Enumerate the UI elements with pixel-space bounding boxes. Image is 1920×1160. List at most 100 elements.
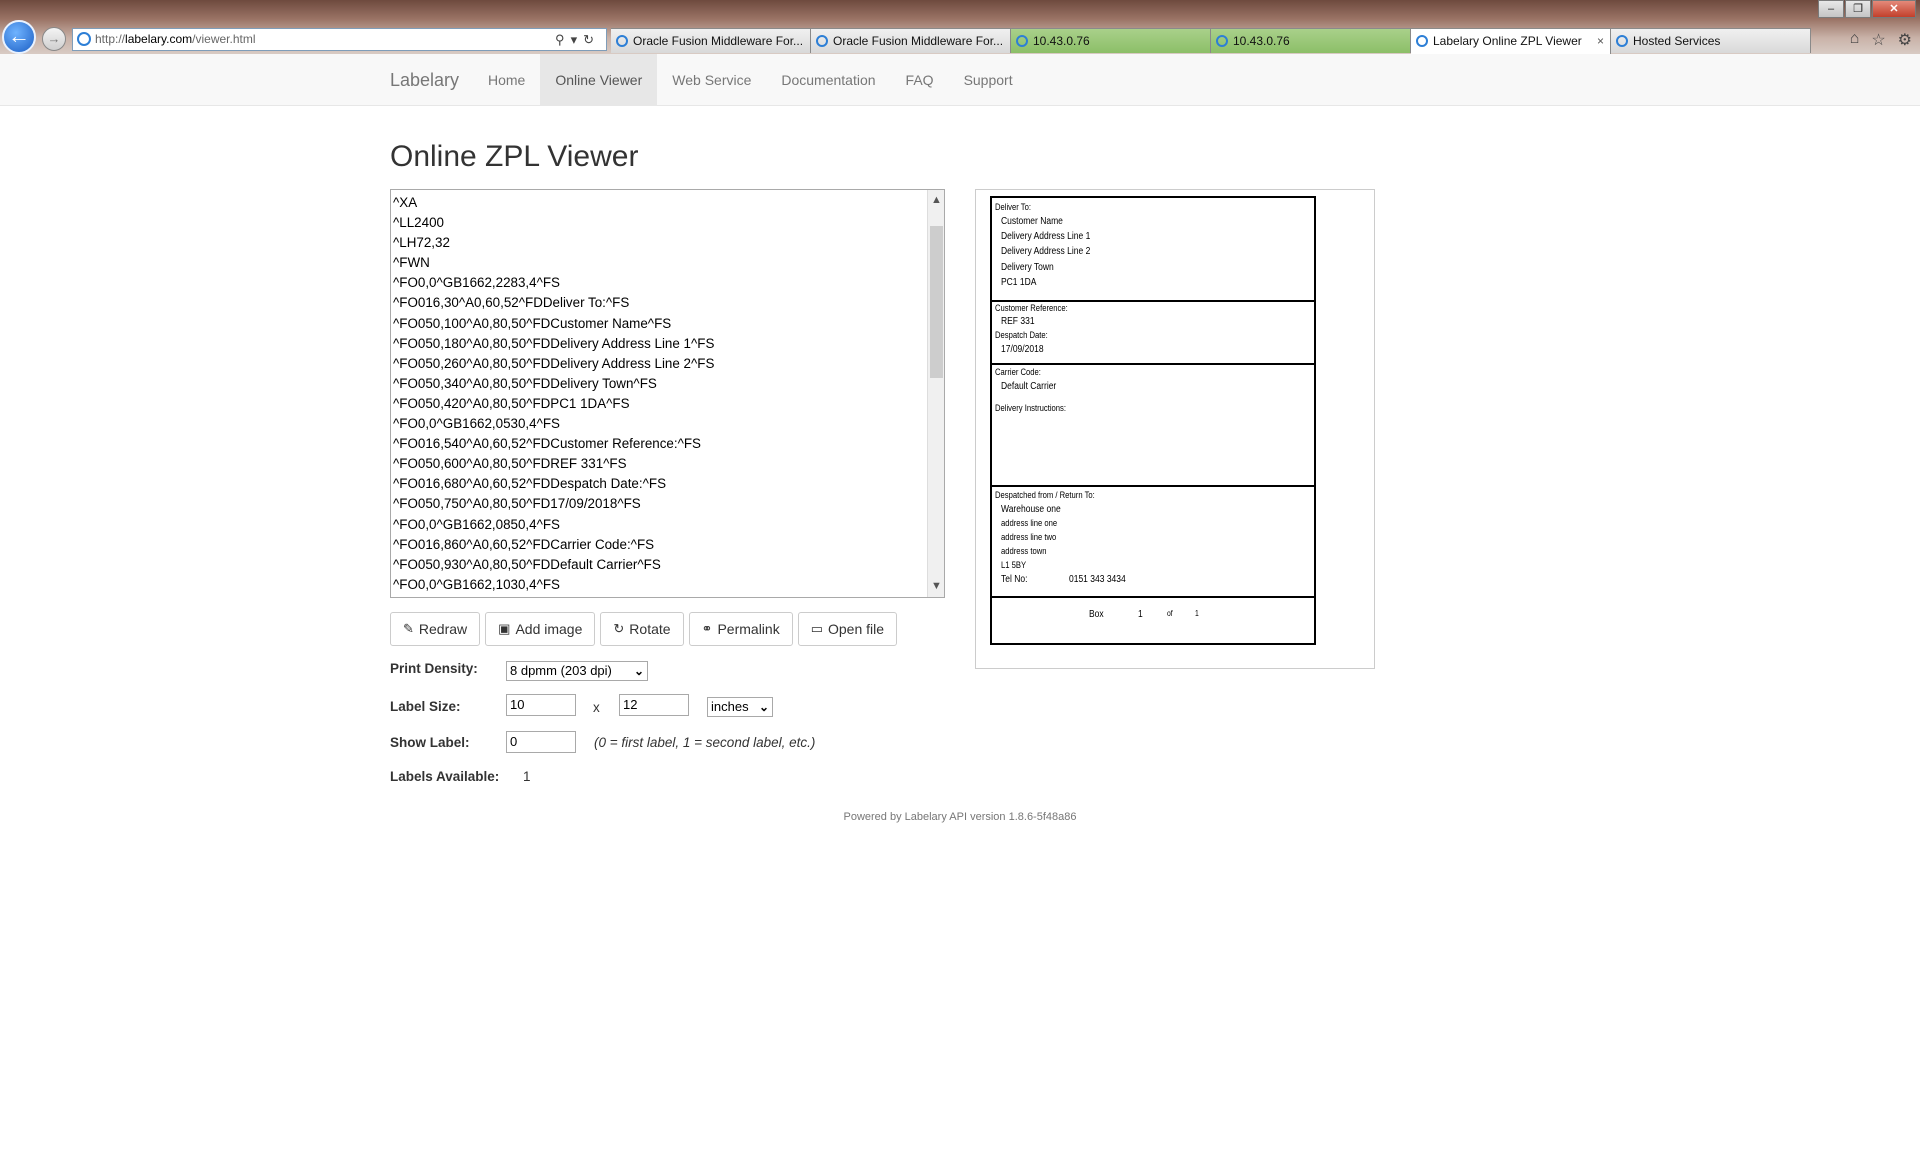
address-bar[interactable]: http://labelary.com/viewer.html ⚲▾↻ <box>72 28 607 51</box>
refresh-icon[interactable]: ↻ <box>583 32 600 47</box>
redraw-button[interactable]: ✎ Redraw <box>390 612 481 646</box>
print-density-select[interactable]: 8 dpmm (203 dpi) ⌄ <box>506 661 648 681</box>
tab-title: 10.43.0.76 <box>1233 34 1290 48</box>
scroll-up-icon[interactable]: ▲ <box>928 192 944 209</box>
close-tab-icon[interactable]: × <box>1597 29 1604 53</box>
zpl-line: ^FO050,340^A0,80,50^FDDelivery Town^FS <box>393 375 657 391</box>
zpl-line: ^LH72,32 <box>393 235 450 251</box>
browser-chrome: – ❐ ✕ ← → http://labelary.com/viewer.htm… <box>0 0 1920 55</box>
zpl-line: ^FO050,260^A0,80,50^FDDelivery Address L… <box>393 355 715 371</box>
carrier-section: Carrier Code: Default Carrier Delivery I… <box>992 365 1314 487</box>
tab-labelary[interactable]: Labelary Online ZPL Viewer × <box>1411 28 1611 55</box>
address-prefix: http:// <box>95 32 126 46</box>
textarea-scrollbar[interactable]: ▲ ▼ <box>927 190 944 597</box>
open-file-button[interactable]: ▭ Open file <box>797 612 898 646</box>
zpl-line: ^FO050,100^A0,80,50^FDCustomer Name^FS <box>393 315 672 331</box>
return-line: L1 5BY <box>1001 560 1027 570</box>
zpl-code-textarea[interactable]: ^XA ^LL2400 ^LH72,32 ^FWN ^FO0,0^GB1662,2283… <box>390 189 945 598</box>
rendered-label: Deliver To: Customer Name Delivery Addre… <box>990 196 1316 645</box>
return-line: address line one <box>1001 518 1058 528</box>
nav-item-web-service[interactable]: Web Service <box>657 54 766 106</box>
label-width-input[interactable]: 10 <box>506 694 576 716</box>
edit-icon: ✎ <box>403 621 414 636</box>
zpl-line: ^FO050,420^A0,80,50^FDPC1 1DA^FS <box>393 395 630 411</box>
zpl-line: ^LL2400 <box>393 215 444 231</box>
print-density-label: Print Density: <box>390 661 478 676</box>
ie-icon <box>1616 35 1628 47</box>
tab-strip: Oracle Fusion Middleware For... Oracle F… <box>611 28 1811 55</box>
deliver-line: Delivery Address Line 1 <box>1001 231 1091 242</box>
address-tools: ⚲▾↻ <box>555 29 600 50</box>
arrow-right-icon: → <box>47 31 61 46</box>
zpl-line: ^FO050,180^A0,80,50^FDDelivery Address L… <box>393 335 715 351</box>
despatch-date-value: 17/09/2018 <box>1001 344 1044 355</box>
tel-value: 0151 343 3434 <box>1069 574 1126 585</box>
home-icon[interactable]: ⌂ <box>1850 30 1860 50</box>
button-label: Rotate <box>629 621 671 637</box>
scroll-down-icon[interactable]: ▼ <box>928 578 944 595</box>
units-select[interactable]: inches ⌄ <box>707 697 773 717</box>
chevron-down-icon: ⌄ <box>758 700 769 714</box>
folder-open-icon: ▭ <box>810 621 823 636</box>
tab-ip-1[interactable]: 10.43.0.76 <box>1011 28 1211 53</box>
back-button[interactable]: ← <box>2 20 36 54</box>
nav-item-home[interactable]: Home <box>473 54 540 106</box>
brand-logo[interactable]: Labelary <box>390 54 459 106</box>
tab-title: Oracle Fusion Middleware For... <box>833 34 1004 48</box>
link-icon: ⚭ <box>701 621 713 636</box>
nav-item-documentation[interactable]: Documentation <box>766 54 890 106</box>
despatch-date-title: Despatch Date: <box>995 330 1048 340</box>
rotate-icon: ↻ <box>613 621 625 636</box>
zpl-line: ^FO0,0^GB1662,2283,4^FS <box>393 275 560 291</box>
settings-icon[interactable]: ⚙ <box>1898 30 1912 50</box>
add-image-button[interactable]: ▣ Add image <box>485 612 596 646</box>
ie-icon <box>816 35 828 47</box>
zpl-line: ^XA <box>393 195 418 210</box>
deliver-line: Delivery Address Line 2 <box>1001 246 1091 257</box>
ie-icon <box>1016 35 1028 47</box>
nav-item-online-viewer[interactable]: Online Viewer <box>540 54 658 106</box>
rotate-button[interactable]: ↻ Rotate <box>600 612 684 646</box>
carrier-code-title: Carrier Code: <box>995 367 1041 377</box>
button-label: Permalink <box>717 621 780 637</box>
show-label-input[interactable]: 0 <box>506 731 576 753</box>
zpl-line: ^FO016,860^A0,60,52^FDCarrier Code:^FS <box>393 536 655 552</box>
return-title: Despatched from / Return To: <box>995 490 1095 500</box>
return-section: Despatched from / Return To: Warehouse o… <box>992 487 1314 598</box>
carrier-code-value: Default Carrier <box>1001 381 1057 392</box>
tab-oracle-2[interactable]: Oracle Fusion Middleware For... <box>811 28 1011 53</box>
tab-title: Labelary Online ZPL Viewer <box>1433 34 1582 48</box>
scrollbar-thumb[interactable] <box>930 226 943 378</box>
zpl-line: ^FO0,0^GB1662,0850,4^FS <box>393 516 560 532</box>
favorites-icon[interactable]: ☆ <box>1871 30 1885 50</box>
ie-icon <box>1416 35 1428 47</box>
dropdown-icon[interactable]: ▾ <box>571 32 584 47</box>
deliver-to-title: Deliver To: <box>995 202 1032 212</box>
label-height-input[interactable]: 12 <box>619 694 689 716</box>
restore-button[interactable]: ❐ <box>1845 0 1871 18</box>
tab-hosted-services[interactable]: Hosted Services <box>1611 28 1811 53</box>
show-label-label: Show Label: <box>390 735 470 750</box>
reference-section: Customer Reference: REF 331 Despatch Dat… <box>992 302 1314 365</box>
ie-icon <box>1216 35 1228 47</box>
box-section: Box 1 of 1 <box>992 598 1314 643</box>
nav-item-support[interactable]: Support <box>949 54 1028 106</box>
tab-ip-2[interactable]: 10.43.0.76 <box>1211 28 1411 53</box>
browser-toolbar-icons: ⌂ ☆ ⚙ <box>1850 30 1912 50</box>
box-total: 1 <box>1195 609 1199 618</box>
size-separator: x <box>593 700 600 715</box>
action-buttons: ✎ Redraw ▣ Add image ↻ Rotate ⚭ Permalink ▭ O… <box>390 612 898 646</box>
close-window-button[interactable]: ✕ <box>1872 0 1916 18</box>
search-icon[interactable]: ⚲ <box>555 32 571 47</box>
customer-reference-title: Customer Reference: <box>995 303 1068 313</box>
tab-oracle-1[interactable]: Oracle Fusion Middleware For... <box>611 28 811 53</box>
tab-title: Hosted Services <box>1633 34 1721 48</box>
permalink-button[interactable]: ⚭ Permalink <box>688 612 793 646</box>
image-icon: ▣ <box>498 621 511 636</box>
delivery-instructions-title: Delivery Instructions: <box>995 403 1067 413</box>
minimize-button[interactable]: – <box>1818 0 1844 18</box>
tab-title: 10.43.0.76 <box>1033 34 1090 48</box>
show-label-hint: (0 = first label, 1 = second label, etc.… <box>594 735 816 750</box>
nav-item-faq[interactable]: FAQ <box>891 54 949 106</box>
forward-button[interactable]: → <box>42 27 66 51</box>
